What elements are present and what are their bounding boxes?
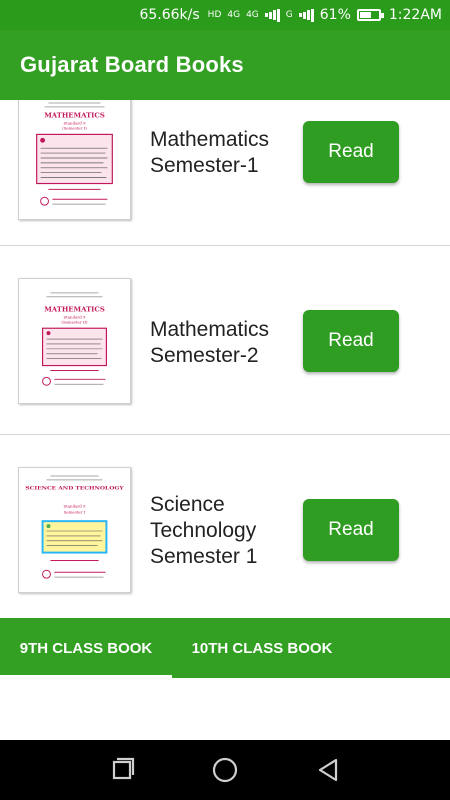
cover-sem: (Semester II) [61, 319, 88, 324]
book-list[interactable]: MATHEMATICS Standard 9 (Semester I) Math… [0, 100, 450, 618]
book-cover-image: MATHEMATICS Standard 9 (Semester I) [18, 100, 131, 220]
recents-icon [112, 757, 134, 780]
list-item[interactable]: MATHEMATICS Standard 9 (Semester II) Mat… [0, 247, 450, 435]
read-button[interactable]: Read [303, 499, 399, 561]
book-title: Mathematics Semester-1 [150, 128, 270, 177]
cover-heading: MATHEMATICS [44, 112, 105, 120]
book-title: Mathematics Semester-2 [150, 318, 270, 367]
navigation-bar [0, 740, 450, 800]
recents-button[interactable] [102, 750, 142, 790]
read-button[interactable]: Read [303, 310, 399, 372]
network-type-g: G [285, 9, 293, 20]
book-cover-graphic: SCIENCE AND TECHNOLOGY Standard 9 Semest… [19, 468, 130, 592]
signal-icon [264, 8, 280, 22]
tab-bar: 9TH CLASS BOOK 10TH CLASS BOOK [0, 618, 450, 678]
home-button[interactable] [205, 750, 245, 790]
app-title: Gujarat Board Books [20, 52, 244, 77]
book-cover-graphic: MATHEMATICS Standard 9 (Semester II) [19, 279, 130, 403]
battery-icon [356, 9, 384, 21]
status-bar: 65.66k/s HD 4G 4G G 61% 1:22AM [0, 0, 450, 30]
book-cover-image: SCIENCE AND TECHNOLOGY Standard 9 Semest… [18, 467, 131, 593]
cover-sem: Semester I [64, 509, 86, 514]
battery-percent: 61% [319, 7, 351, 23]
home-circle-icon [212, 757, 238, 783]
network-type-4g: 4G [227, 9, 241, 20]
book-cover-image: MATHEMATICS Standard 9 (Semester II) [18, 278, 131, 404]
back-triangle-icon [319, 758, 338, 782]
signal-icon-2 [298, 8, 314, 22]
tab-10th-class-book[interactable]: 10TH CLASS BOOK [172, 618, 352, 678]
hd-indicator: HD [207, 9, 222, 20]
cover-sub: Standard 9 [63, 503, 86, 508]
book-cover-graphic: MATHEMATICS Standard 9 (Semester I) [19, 100, 130, 219]
cover-heading: SCIENCE AND TECHNOLOGY [25, 486, 124, 492]
list-item[interactable]: MATHEMATICS Standard 9 (Semester I) Math… [0, 100, 450, 246]
list-item[interactable]: SCIENCE AND TECHNOLOGY Standard 9 Semest… [0, 436, 450, 618]
read-button[interactable]: Read [303, 121, 399, 183]
book-title: Science Technology Semester 1 [150, 493, 258, 568]
battery-level [359, 12, 371, 18]
back-button[interactable] [308, 750, 348, 790]
tab-9th-class-book[interactable]: 9TH CLASS BOOK [0, 618, 172, 678]
cover-sem: (Semester I) [62, 125, 87, 130]
app-bar: Gujarat Board Books [0, 30, 450, 100]
cover-heading: MATHEMATICS [44, 306, 105, 314]
clock: 1:22AM [388, 7, 442, 23]
network-speed: 65.66k/s [139, 7, 200, 23]
network-type-4g-secondary: 4G [246, 9, 259, 20]
